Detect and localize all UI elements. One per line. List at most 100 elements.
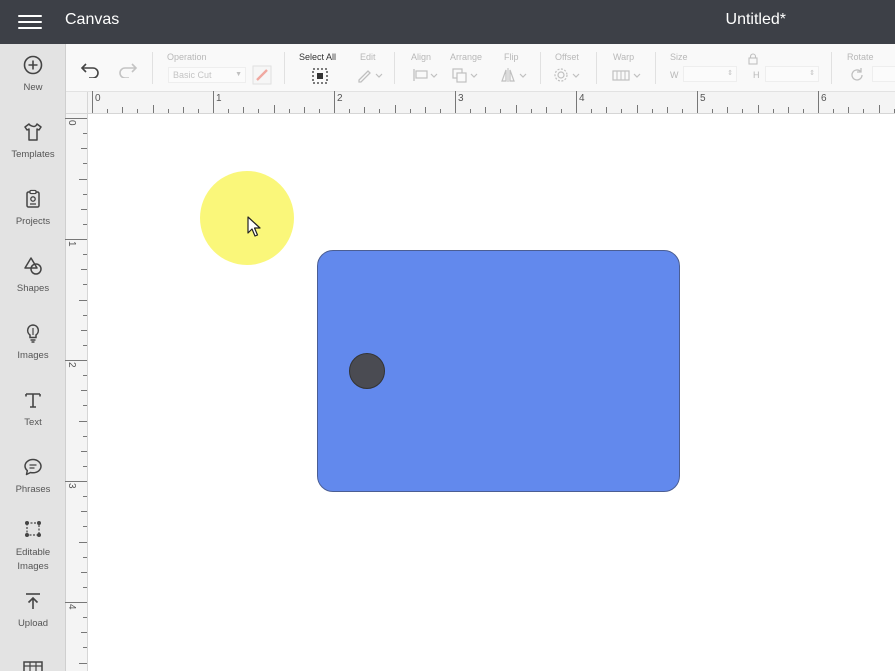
ruler-tick <box>485 107 487 113</box>
ruler-tick <box>81 632 87 634</box>
ruler-tick <box>288 109 290 113</box>
ruler-tick <box>83 526 87 528</box>
ruler-tick <box>83 375 87 377</box>
align-label: Align <box>411 52 432 62</box>
align-icon[interactable] <box>411 67 439 88</box>
sidebar-item-editable-images[interactable]: Editable Images <box>0 518 66 574</box>
ruler-tick <box>83 314 87 316</box>
undo-icon[interactable] <box>80 60 102 83</box>
ruler-tick <box>621 109 623 113</box>
ruler-tick <box>606 107 608 113</box>
ruler-left: 0 1 2 3 4 <box>65 114 88 671</box>
warp-label: Warp <box>613 52 635 62</box>
ruler-tick <box>65 602 87 603</box>
rotate-input[interactable] <box>872 66 895 82</box>
sidebar-item-upload[interactable]: Upload <box>0 590 66 631</box>
circle-hole-shape[interactable] <box>349 353 385 389</box>
ruler-tick <box>79 420 87 422</box>
speech-bubble-icon <box>24 458 42 476</box>
ruler-tick <box>727 107 729 113</box>
sidebar-item-templates[interactable]: Templates <box>0 121 66 162</box>
ruler-tick <box>83 556 87 558</box>
ruler-tick <box>81 208 87 210</box>
ruler-top: 0 1 2 3 4 5 6 <box>88 91 895 114</box>
ruler-tick <box>273 105 275 113</box>
ruler-tick <box>893 109 895 113</box>
height-field-label: H <box>753 70 760 80</box>
ruler-tick <box>802 109 804 113</box>
ruler-tick <box>83 617 87 619</box>
sidebar-item-label: Templates <box>11 149 55 160</box>
ruler-tick <box>83 163 87 165</box>
sidebar-item-more[interactable] <box>0 658 66 671</box>
width-field-label: W <box>670 70 679 80</box>
ruler-tick <box>92 91 93 113</box>
ruler-tick <box>65 360 87 361</box>
toolbar-divider <box>831 52 832 84</box>
ruler-tick <box>83 405 87 407</box>
ruler-tick <box>757 105 759 113</box>
ruler-tick <box>787 107 789 113</box>
warp-icon[interactable] <box>611 67 643 88</box>
rotate-icon[interactable] <box>848 66 866 89</box>
ruler-tick <box>394 105 396 113</box>
ruler-tick <box>122 107 124 113</box>
ruler-tick <box>83 254 87 256</box>
ruler-number: 4 <box>579 93 585 104</box>
sidebar-item-phrases[interactable]: Phrases <box>0 456 66 497</box>
sidebar-item-shapes[interactable]: Shapes <box>0 255 66 296</box>
ruler-tick <box>83 435 87 437</box>
clipboard-icon <box>26 189 40 208</box>
select-all-icon[interactable] <box>311 67 329 90</box>
ruler-tick <box>500 109 502 113</box>
offset-icon[interactable] <box>552 67 582 88</box>
sidebar-item-text[interactable]: Text <box>0 389 66 430</box>
ruler-tick <box>681 109 683 113</box>
sidebar-item-label-line2: Images <box>17 561 49 572</box>
grid-icon <box>23 661 43 671</box>
ruler-tick <box>83 496 87 498</box>
ruler-tick <box>560 109 562 113</box>
ruler-number: 5 <box>700 93 706 104</box>
ruler-tick <box>863 109 865 113</box>
ruler-tick <box>530 109 532 113</box>
linetype-pen-icon[interactable] <box>252 65 272 90</box>
document-title[interactable]: Untitled* <box>726 11 786 29</box>
sidebar-item-new[interactable]: New <box>0 54 66 95</box>
ruler-tick <box>81 571 87 573</box>
sidebar-item-projects[interactable]: Projects <box>0 188 66 229</box>
ruler-tick <box>576 91 577 113</box>
flip-label: Flip <box>504 52 519 62</box>
stepper-icon: ⇕ <box>727 70 733 77</box>
ruler-tick <box>455 91 456 113</box>
toolbar-divider <box>596 52 597 84</box>
sidebar-item-images[interactable]: Images <box>0 322 66 363</box>
ruler-tick <box>349 109 351 113</box>
ruler-tick <box>83 284 87 286</box>
operation-label: Operation <box>167 52 207 62</box>
ruler-number: 2 <box>66 362 77 368</box>
lock-icon[interactable] <box>748 52 758 70</box>
ruler-tick <box>470 109 472 113</box>
arrange-icon[interactable] <box>451 67 479 88</box>
chevron-down-icon: ▼ <box>235 71 242 78</box>
height-input[interactable]: ⇕ <box>765 66 819 82</box>
flip-icon[interactable] <box>500 67 528 88</box>
width-input[interactable]: ⇕ <box>683 66 737 82</box>
hamburger-menu-icon[interactable] <box>18 12 44 32</box>
ruler-tick <box>636 105 638 113</box>
ruler-tick <box>243 107 245 113</box>
sidebar-item-label: Projects <box>15 216 51 227</box>
upload-icon <box>26 593 40 609</box>
ruler-tick <box>65 481 87 482</box>
ruler-tick <box>83 223 87 225</box>
ruler-tick <box>772 109 774 113</box>
ruler-tick <box>182 107 184 113</box>
operation-select[interactable]: Basic Cut ▼ <box>168 67 246 83</box>
edit-pencil-icon[interactable] <box>356 67 384 88</box>
arrange-label: Arrange <box>450 52 483 62</box>
redo-icon[interactable] <box>116 60 138 83</box>
shapes-icon <box>24 257 42 275</box>
ruler-tick <box>666 107 668 113</box>
ruler-tick <box>107 109 109 113</box>
